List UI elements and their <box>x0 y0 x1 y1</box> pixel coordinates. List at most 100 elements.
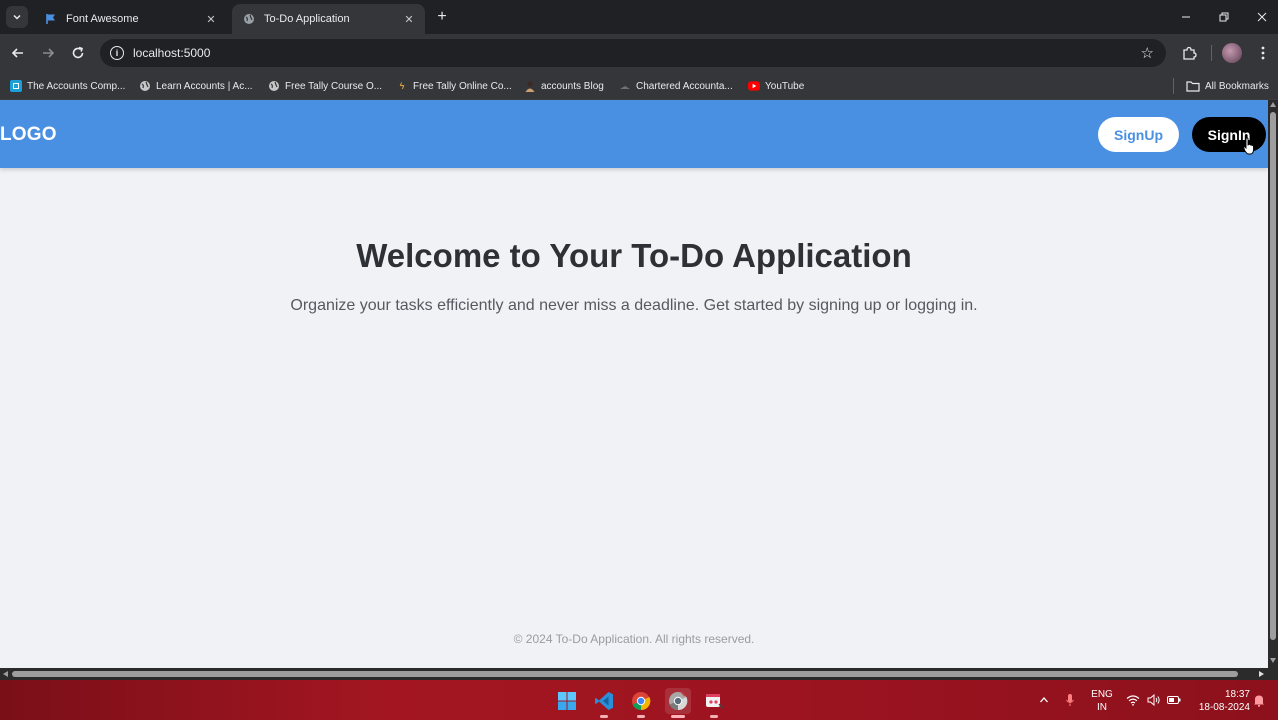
youtube-icon <box>748 80 760 92</box>
new-tab-button[interactable]: + <box>432 8 452 26</box>
tab-font-awesome[interactable]: Font Awesome ✕ <box>34 4 227 34</box>
language-code: ENG <box>1091 689 1113 700</box>
bookmark-item[interactable]: Chartered Accounta... <box>619 78 733 94</box>
close-window-button[interactable] <box>1243 0 1278 34</box>
extensions-button[interactable] <box>1178 42 1200 64</box>
scrollbar-thumb[interactable] <box>12 671 1238 677</box>
signup-button[interactable]: SignUp <box>1098 117 1179 152</box>
globe-icon <box>242 12 256 26</box>
all-bookmarks-button[interactable]: All Bookmarks <box>1186 78 1269 94</box>
region-code: IN <box>1097 702 1107 713</box>
clock-date: 18-08-2024 <box>1198 702 1250 713</box>
snipping-tool-icon <box>706 694 724 709</box>
tab-search-button[interactable] <box>6 6 28 28</box>
site-icon <box>10 80 22 92</box>
site-icon <box>619 80 631 92</box>
show-hidden-icons-button[interactable] <box>1036 680 1052 720</box>
close-icon <box>1257 12 1267 22</box>
page-viewport: LOGO SignUp SignIn Welcome to Your To-Do… <box>0 100 1278 680</box>
windows-start-button[interactable] <box>554 688 580 714</box>
toolbar-divider <box>1211 45 1212 61</box>
puzzle-icon <box>1182 46 1197 60</box>
scroll-left-arrow[interactable] <box>3 671 8 677</box>
running-indicator <box>637 715 645 718</box>
scrollbar-thumb[interactable] <box>1270 112 1276 640</box>
vertical-scrollbar[interactable] <box>1268 100 1278 668</box>
folder-icon <box>1186 80 1200 92</box>
bookmarks-bar: The Accounts Comp... Learn Accounts | Ac… <box>0 72 1278 100</box>
reload-icon <box>72 46 84 59</box>
bell-icon <box>1254 695 1264 707</box>
tab-title: To-Do Application <box>264 13 350 25</box>
scroll-down-arrow[interactable] <box>1270 658 1276 663</box>
close-icon[interactable]: ✕ <box>401 11 417 27</box>
bookmark-label: YouTube <box>765 80 805 92</box>
volume-button[interactable] <box>1145 680 1163 720</box>
microphone-button[interactable] <box>1062 680 1078 720</box>
tab-todo-application[interactable]: To-Do Application ✕ <box>232 4 425 34</box>
browser-toolbar: i localhost:5000 ☆ <box>0 34 1278 72</box>
speaker-icon <box>1147 694 1160 706</box>
forward-button[interactable] <box>37 42 59 64</box>
scroll-right-arrow[interactable] <box>1259 671 1264 677</box>
hero-title: Welcome to Your To-Do Application <box>356 237 912 274</box>
input-language-indicator[interactable]: ENG IN <box>1088 688 1116 714</box>
bookmark-label: Learn Accounts | Ac... <box>156 80 253 92</box>
microphone-icon <box>1066 694 1074 706</box>
restore-button[interactable] <box>1205 0 1243 34</box>
restore-icon <box>1219 12 1229 22</box>
bookmark-item[interactable]: YouTube <box>748 78 804 94</box>
running-indicator <box>671 715 685 718</box>
taskbar-app[interactable] <box>701 688 727 718</box>
clock-time: 18:37 <box>1224 689 1250 700</box>
battery-button[interactable] <box>1165 680 1183 720</box>
tally-icon: ϟ <box>399 81 405 91</box>
wifi-icon <box>1126 695 1140 706</box>
scroll-up-arrow[interactable] <box>1270 102 1276 107</box>
wifi-button[interactable] <box>1124 680 1142 720</box>
all-bookmarks-label: All Bookmarks <box>1205 80 1269 92</box>
globe-icon <box>268 80 280 92</box>
bookmark-label: The Accounts Comp... <box>27 80 126 92</box>
globe-icon <box>139 80 151 92</box>
screen: Font Awesome ✕ To-Do Application ✕ + i l… <box>0 0 1278 720</box>
profile-avatar[interactable] <box>1222 43 1242 63</box>
bookmark-item[interactable]: accounts Blog <box>524 78 604 94</box>
minimize-button[interactable] <box>1167 0 1205 34</box>
chrome-dev-icon <box>669 691 688 711</box>
arrow-right-icon <box>43 48 55 58</box>
back-button[interactable] <box>7 42 29 64</box>
chevron-up-icon <box>1040 697 1048 703</box>
system-clock[interactable]: 18:37 18-08-2024 <box>1188 688 1250 714</box>
hero-subtitle: Organize your tasks efficiently and neve… <box>290 297 978 314</box>
hand-cursor-icon <box>1243 137 1254 155</box>
taskbar-app[interactable] <box>628 688 654 718</box>
bookmark-star-icon[interactable]: ☆ <box>1141 44 1154 62</box>
running-indicator <box>710 715 718 718</box>
notifications-button[interactable] <box>1250 680 1268 720</box>
battery-icon <box>1167 696 1181 704</box>
close-icon[interactable]: ✕ <box>203 11 219 27</box>
bookmark-label: Free Tally Online Co... <box>413 80 512 92</box>
tab-title: Font Awesome <box>66 13 139 25</box>
bookmark-label: Chartered Accounta... <box>636 80 733 92</box>
running-indicator <box>600 715 608 718</box>
bookmark-item[interactable]: Free Tally Course O... <box>268 78 382 94</box>
arrow-left-icon <box>11 48 23 58</box>
bookmark-item[interactable]: ϟ Free Tally Online Co... <box>396 78 512 94</box>
reload-button[interactable] <box>67 42 89 64</box>
site-info-icon[interactable]: i <box>110 46 124 60</box>
kebab-menu-icon <box>1261 46 1265 60</box>
minimize-icon <box>1182 16 1190 18</box>
menu-button[interactable] <box>1252 42 1274 64</box>
windows-start-icon <box>558 692 576 710</box>
site-logo[interactable]: LOGO <box>0 124 57 146</box>
horizontal-scrollbar[interactable] <box>0 668 1278 680</box>
taskbar-app-active[interactable] <box>665 688 691 718</box>
taskbar-app[interactable] <box>591 688 617 718</box>
bookmark-label: accounts Blog <box>541 80 604 92</box>
bookmark-item[interactable]: The Accounts Comp... <box>10 78 125 94</box>
chrome-icon <box>632 692 651 711</box>
bookmark-item[interactable]: Learn Accounts | Ac... <box>139 78 253 94</box>
address-bar[interactable]: i localhost:5000 ☆ <box>100 39 1166 67</box>
